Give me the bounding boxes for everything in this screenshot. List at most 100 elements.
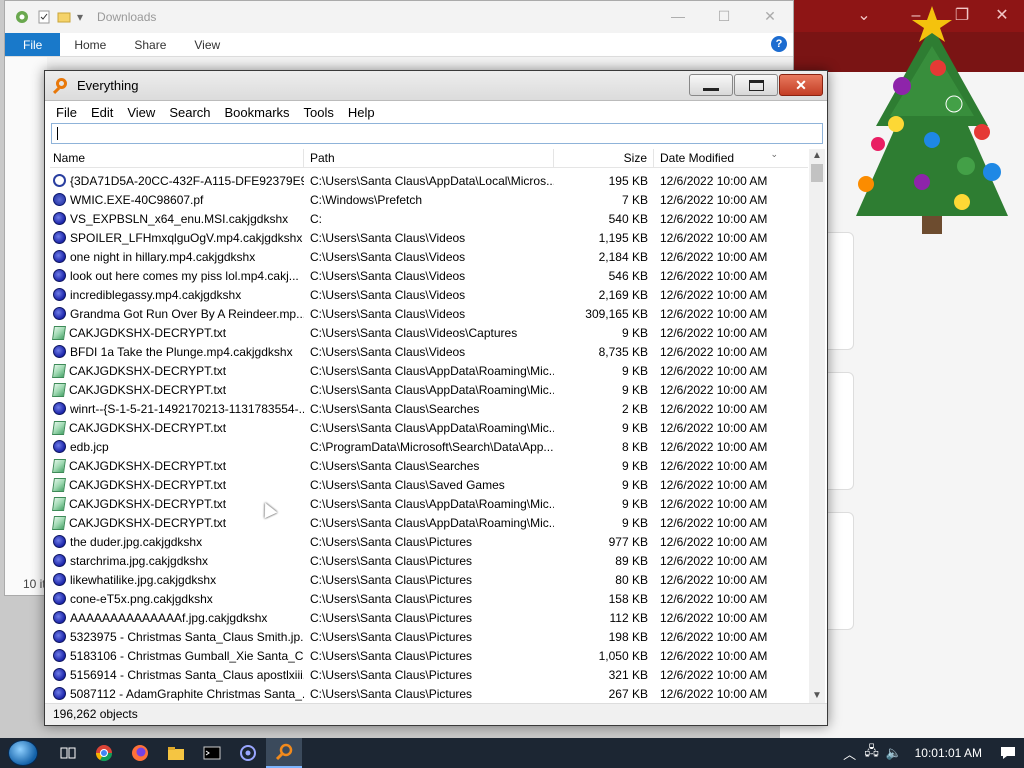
menu-search[interactable]: Search [162,105,217,120]
table-row[interactable]: CAKJGDKSHX-DECRYPT.txt C:\Users\Santa Cla… [50,380,808,399]
taskbar-clock[interactable]: 10:01:01 AM [905,746,992,760]
menu-bookmarks[interactable]: Bookmarks [218,105,297,120]
column-header-size[interactable]: Size [554,149,654,167]
explorer-minimize-button[interactable]: — [655,1,701,31]
cell-path: C:\Users\Santa Claus\Videos\Captures [310,325,518,340]
show-hidden-icons-chevron-icon[interactable]: ︿ [839,744,861,763]
cell-date-modified: 12/6/2022 10:00 AM [660,325,768,340]
explorer-close-button[interactable]: ✕ [747,1,793,31]
table-row[interactable]: likewhatilike.jpg.cakjgdkshx C:\Users\San… [50,570,808,589]
menu-edit[interactable]: Edit [84,105,120,120]
vertical-scrollbar[interactable]: ▲ ▼ [809,149,825,703]
taskbar-file-explorer[interactable] [158,738,194,768]
cell-path: C:\Users\Santa Claus\Pictures [310,629,473,644]
cell-name: BFDI 1a Take the Plunge.mp4.cakjgdkshx [50,345,304,359]
scrollbar-thumb[interactable] [811,164,823,182]
search-input[interactable] [51,123,823,144]
cell-path: C: [310,211,322,226]
help-icon[interactable]: ? [771,36,787,52]
table-row[interactable]: one night in hillary.mp4.cakjgdkshx C:\Us… [50,247,808,266]
table-row[interactable]: CAKJGDKSHX-DECRYPT.txt C:\Users\Santa Cla… [50,513,808,532]
table-row[interactable]: CAKJGDKSHX-DECRYPT.txt C:\Users\Santa Cla… [50,494,808,513]
explorer-navigation-pane[interactable] [5,57,47,595]
ribbon-tab-home[interactable]: Home [60,33,120,56]
taskbar-terminal[interactable] [194,738,230,768]
table-row[interactable]: AAAAAAAAAAAAAAf.jpg.cakjgdkshx C:\Users\S… [50,608,808,627]
cell-date-modified: 12/6/2022 10:00 AM [660,401,768,416]
menu-bar: File Edit View Search Bookmarks Tools He… [45,101,827,123]
menu-help[interactable]: Help [341,105,382,120]
table-row[interactable]: CAKJGDKSHX-DECRYPT.txt C:\Users\Santa Cla… [50,361,808,380]
cell-path: C:\Users\Santa Claus\Videos [310,249,466,264]
taskbar-everything[interactable] [266,738,302,768]
results-list[interactable]: {3DA71D5A-20CC-432F-A115-DFE92379E9... C:… [50,171,808,703]
properties-icon[interactable] [37,10,51,24]
menu-file[interactable]: File [49,105,84,120]
table-row[interactable]: 5183106 - Christmas Gumball_Xie Santa_Cl… [50,646,808,665]
gear-file-icon [53,174,66,187]
cell-name: likewhatilike.jpg.cakjgdkshx [50,573,304,587]
cell-name: CAKJGDKSHX-DECRYPT.txt [50,458,304,473]
table-row[interactable]: 5156914 - Christmas Santa_Claus apostlxi… [50,665,808,684]
table-row[interactable]: {3DA71D5A-20CC-432F-A115-DFE92379E9... C:… [50,171,808,190]
notification-icon [1001,747,1015,759]
taskbar-network-app[interactable] [230,738,266,768]
table-row[interactable]: CAKJGDKSHX-DECRYPT.txt C:\Users\Santa Cla… [50,418,808,437]
table-row[interactable]: SPOILER_LFHmxqlguOgV.mp4.cakjgdkshx C:\Us… [50,228,808,247]
volume-icon[interactable]: 🔈 [883,745,905,761]
table-row[interactable]: edb.jcp C:\ProgramData\Microsoft\Search\D… [50,437,808,456]
media-file-icon [53,231,66,244]
scroll-up-arrow-icon[interactable]: ▲ [809,149,825,163]
table-row[interactable]: look out here comes my piss lol.mp4.cakj… [50,266,808,285]
column-header-path[interactable]: Path [304,149,554,167]
media-file-icon [53,212,66,225]
table-row[interactable]: the duder.jpg.cakjgdkshx C:\Users\Santa C… [50,532,808,551]
start-button[interactable] [0,738,50,768]
taskbar-chrome[interactable] [86,738,122,768]
table-row[interactable]: CAKJGDKSHX-DECRYPT.txt C:\Users\Santa Cla… [50,323,808,342]
action-center-button[interactable] [992,738,1024,768]
cell-size: 8 KB [621,439,648,454]
table-row[interactable]: cone-eT5x.png.cakjgdkshx C:\Users\Santa C… [50,589,808,608]
cell-name: 5087112 - AdamGraphite Christmas Santa_.… [50,687,304,701]
column-header-date-modified[interactable]: Date Modified ⌄ [654,149,808,167]
taskbar-firefox[interactable] [122,738,158,768]
cell-date-modified: 12/6/2022 10:00 AM [660,534,768,549]
explorer-maximize-button[interactable]: ☐ [701,1,747,31]
cell-path: C:\Users\Santa Claus\Pictures [310,648,473,663]
table-row[interactable]: 5323975 - Christmas Santa_Claus Smith.jp… [50,627,808,646]
close-button[interactable]: ✕ [779,74,823,96]
scroll-down-arrow-icon[interactable]: ▼ [809,689,825,703]
table-row[interactable]: incrediblegassy.mp4.cakjgdkshx C:\Users\S… [50,285,808,304]
network-icon[interactable]: 🖧 [861,742,883,764]
table-row[interactable]: WMIC.EXE-40C98607.pf C:\Windows\Prefetch 7… [50,190,808,209]
ribbon-tab-file[interactable]: File [5,33,61,56]
table-row[interactable]: CAKJGDKSHX-DECRYPT.txt C:\Users\Santa Cla… [50,475,808,494]
explorer-title: Downloads [97,10,157,24]
minimize-button[interactable] [689,74,733,96]
quick-access-dropdown-icon[interactable]: ▾ [77,10,83,24]
menu-view[interactable]: View [120,105,162,120]
cell-name: CAKJGDKSHX-DECRYPT.txt [50,420,304,435]
table-row[interactable]: BFDI 1a Take the Plunge.mp4.cakjgdkshx C:… [50,342,808,361]
table-row[interactable]: winrt--{S-1-5-21-1492170213-1131783554-.… [50,399,808,418]
media-file-icon [53,269,66,282]
file-name: the duder.jpg.cakjgdkshx [70,534,203,549]
table-row[interactable]: VS_EXPBSLN_x64_enu.MSI.cakjgdkshx C: 540 K… [50,209,808,228]
cell-size: 195 KB [608,173,648,188]
cell-name: edb.jcp [50,440,304,454]
menu-tools[interactable]: Tools [297,105,341,120]
maximize-button[interactable] [734,74,778,96]
ribbon-tab-share[interactable]: Share [120,33,180,56]
close-icon: ✕ [795,77,807,93]
table-row[interactable]: CAKJGDKSHX-DECRYPT.txt C:\Users\Santa Cla… [50,456,808,475]
new-folder-icon[interactable] [57,10,71,24]
task-view-button[interactable] [50,738,86,768]
table-row[interactable]: Grandma Got Run Over By A Reindeer.mp...… [50,304,808,323]
ribbon-tab-view[interactable]: View [180,33,234,56]
file-name: Grandma Got Run Over By A Reindeer.mp... [70,306,304,321]
column-header-name[interactable]: Name [50,149,304,167]
cell-size: 2,169 KB [598,287,648,302]
table-row[interactable]: 5087112 - AdamGraphite Christmas Santa_.… [50,684,808,703]
table-row[interactable]: starchrima.jpg.cakjgdkshx C:\Users\Santa … [50,551,808,570]
